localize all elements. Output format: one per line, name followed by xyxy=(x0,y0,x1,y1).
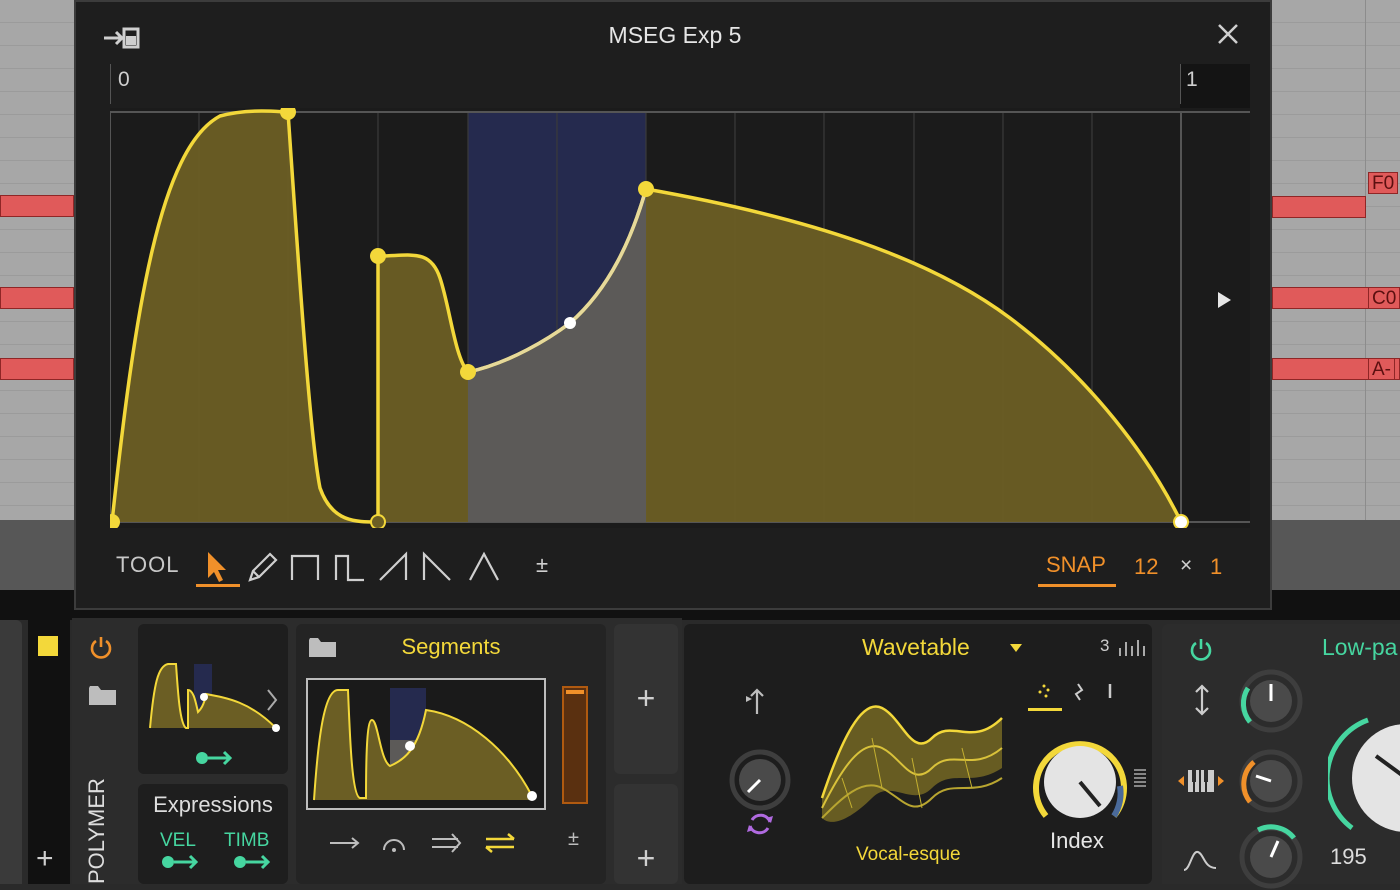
bipolar-toggle[interactable]: ± xyxy=(536,552,548,578)
voice-count[interactable]: 3 xyxy=(1100,636,1109,656)
add-slot[interactable]: + xyxy=(614,784,678,884)
segment-mode-icons[interactable] xyxy=(328,828,518,858)
oscillator-type-selector[interactable]: Wavetable xyxy=(862,634,970,661)
expressions-title: Expressions xyxy=(153,792,273,817)
mseg-mini-preview[interactable] xyxy=(138,624,288,774)
window-title: MSEG Exp 5 xyxy=(608,22,742,48)
ruler-end-marker[interactable] xyxy=(1180,64,1181,104)
modulation-arrow-icon xyxy=(162,854,271,870)
segments-panel: Segments ± xyxy=(296,624,606,884)
cutoff-knob[interactable] xyxy=(1328,712,1400,842)
velocity-expression[interactable]: VEL xyxy=(160,830,196,852)
wavetable-preset-name[interactable]: Vocal-esque xyxy=(856,844,961,866)
midi-note[interactable] xyxy=(0,195,74,217)
envelope-point[interactable] xyxy=(370,514,386,528)
envelope-point[interactable] xyxy=(460,364,476,380)
ruler-start-label: 0 xyxy=(118,68,130,91)
pencil-tool-icon[interactable] xyxy=(244,546,280,586)
ramp-down-tool-icon[interactable] xyxy=(420,546,456,586)
expressions-panel: Expressions VEL TIMB xyxy=(138,784,288,884)
mseg-editor-window: MSEG Exp 5 0 1 TOOL ± SNAP 12 × 1 xyxy=(74,0,1272,610)
ruler-start-marker xyxy=(110,64,111,104)
envelope-shape-icon xyxy=(1183,850,1217,871)
note-label: A- xyxy=(1368,358,1395,380)
midi-note[interactable] xyxy=(0,287,74,309)
ruler-end-label: 1 xyxy=(1186,68,1198,91)
wavetable-oscillator: Wavetable 3 Vocal-esque Index xyxy=(684,624,1152,884)
index-knob[interactable] xyxy=(1028,730,1132,834)
sync-icon[interactable] xyxy=(744,808,776,840)
device-name: POLYMER xyxy=(84,778,109,884)
folder-icon[interactable] xyxy=(88,684,118,706)
segment-level-meter xyxy=(562,686,588,804)
cutoff-value: 195 xyxy=(1330,844,1367,869)
note-label: F0 xyxy=(1368,172,1399,194)
midi-note[interactable] xyxy=(1272,196,1366,218)
square-tool-icon[interactable] xyxy=(288,546,324,586)
mseg-envelope-graph[interactable] xyxy=(110,108,1250,528)
pitch-knob[interactable] xyxy=(728,748,792,812)
piano-roll-divider xyxy=(1365,0,1366,520)
segments-envelope-preview[interactable] xyxy=(306,678,546,810)
envelope-point[interactable] xyxy=(370,248,386,264)
power-icon[interactable] xyxy=(88,634,114,660)
previous-device-edge xyxy=(0,620,22,884)
keytrack-knob[interactable] xyxy=(1238,748,1304,814)
envelope-amount-knob[interactable] xyxy=(1238,824,1304,890)
segments-title: Segments xyxy=(401,634,501,659)
wavetable-mode-icons[interactable] xyxy=(1028,676,1124,716)
curve-handle[interactable] xyxy=(564,317,576,329)
add-plus-icon: + xyxy=(636,840,656,876)
add-slot[interactable]: + xyxy=(614,624,678,774)
segments-bipolar-toggle[interactable]: ± xyxy=(568,828,579,851)
track-color-swatch[interactable] xyxy=(38,636,58,656)
resonance-knob[interactable] xyxy=(1238,668,1304,734)
add-device-button[interactable]: + xyxy=(36,842,54,876)
tool-label: TOOL xyxy=(116,552,180,577)
triangle-tool-icon[interactable] xyxy=(466,546,502,586)
modulation-list-icon[interactable] xyxy=(1132,768,1148,790)
snap-active-indicator xyxy=(1038,584,1116,587)
play-icon[interactable] xyxy=(1214,290,1234,310)
snap-division-value[interactable]: 12 xyxy=(1134,554,1158,580)
active-tool-indicator xyxy=(196,584,240,587)
note-label: C0 xyxy=(1368,287,1400,309)
select-tool-icon[interactable] xyxy=(200,546,236,586)
pitch-up-icon[interactable] xyxy=(742,686,772,716)
index-knob-label: Index xyxy=(1050,828,1104,853)
vertical-arrows-icon xyxy=(1195,684,1209,716)
envelope-point[interactable] xyxy=(1173,514,1189,528)
snap-multiplier-value[interactable]: 1 xyxy=(1210,554,1222,580)
step-tool-icon[interactable] xyxy=(332,546,368,586)
voice-bars-icon xyxy=(1119,640,1145,656)
filter-device: Low-pa 195 xyxy=(1162,624,1400,889)
chevron-down-icon[interactable] xyxy=(1010,644,1022,652)
keytrack-icon xyxy=(1178,770,1224,792)
wavetable-3d-display[interactable] xyxy=(812,678,1008,834)
ramp-up-tool-icon[interactable] xyxy=(376,546,412,586)
timbre-expression[interactable]: TIMB xyxy=(224,830,269,852)
snap-times-symbol: × xyxy=(1180,554,1193,577)
close-icon[interactable] xyxy=(1214,20,1242,48)
midi-note[interactable] xyxy=(0,358,74,380)
filter-type-selector[interactable]: Low-pa xyxy=(1322,634,1397,661)
power-icon[interactable] xyxy=(1188,636,1214,662)
add-plus-icon: + xyxy=(636,680,656,716)
snap-toggle[interactable]: SNAP xyxy=(1046,552,1106,578)
envelope-point[interactable] xyxy=(638,181,654,197)
